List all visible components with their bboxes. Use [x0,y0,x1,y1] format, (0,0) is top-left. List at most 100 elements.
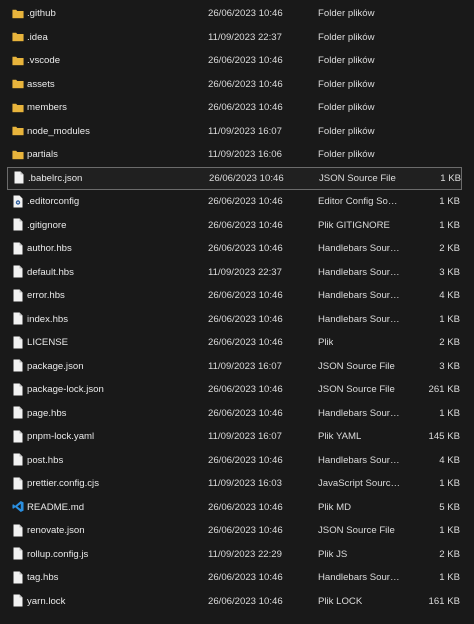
folder-icon [12,100,24,114]
file-type: JSON Source File [318,525,395,536]
file-date-modified: 26/06/2023 10:46 [208,501,283,513]
file-icon [12,523,24,537]
file-type: Handlebars Sourc... [318,243,402,254]
file-date-modified: 26/06/2023 10:46 [208,337,283,348]
file-icon [12,265,24,279]
file-type: JSON Source File [318,360,395,372]
file-row[interactable]: post.hbs 26/06/2023 10:46 Handlebars Sou… [0,449,474,473]
file-row[interactable]: renovate.json 26/06/2023 10:46 JSON Sour… [0,519,474,543]
file-row[interactable]: rollup.config.js 11/09/2023 22:29 Plik J… [0,543,474,567]
file-date-modified: 26/06/2023 10:46 [208,384,283,395]
file-icon [12,241,24,255]
file-icon [12,359,24,373]
file-date-modified: 11/09/2023 16:06 [208,149,282,160]
file-icon [12,382,24,396]
file-row[interactable]: package-lock.json 26/06/2023 10:46 JSON … [0,378,474,402]
file-date-modified: 11/09/2023 22:37 [208,31,282,43]
file-row[interactable]: error.hbs 26/06/2023 10:46 Handlebars So… [0,284,474,308]
file-name: error.hbs [27,290,65,301]
file-name: members [27,102,67,113]
file-icon [12,476,24,490]
file-size: 1 KB [440,172,461,184]
file-size: 261 KB [428,384,460,395]
file-row[interactable]: partials 11/09/2023 16:06 Folder plików [0,143,474,167]
file-row[interactable]: package.json 11/09/2023 16:07 JSON Sourc… [0,355,474,379]
file-date-modified: 26/06/2023 10:46 [208,572,283,583]
file-name: index.hbs [27,313,69,325]
file-name: tag.hbs [27,572,59,583]
file-date-modified: 26/06/2023 10:46 [208,313,283,325]
folder-icon [12,53,24,67]
file-name: README.md [27,501,85,513]
file-date-modified: 26/06/2023 10:46 [208,219,283,231]
file-name: pnpm-lock.yaml [27,431,95,442]
file-type: Folder plików [318,78,375,90]
file-date-modified: 11/09/2023 22:29 [208,548,282,560]
file-name: renovate.json [27,525,85,536]
file-date-modified: 26/06/2023 10:46 [208,595,283,607]
settings-file-icon [12,194,24,208]
file-row[interactable]: node_modules 11/09/2023 16:07 Folder pli… [0,120,474,144]
file-row[interactable]: .github 26/06/2023 10:46 Folder plików [0,2,474,26]
file-row[interactable]: members 26/06/2023 10:46 Folder plików [0,96,474,120]
file-list: .github 26/06/2023 10:46 Folder plików .… [0,2,474,613]
file-size: 1 KB [439,407,460,419]
folder-icon [12,77,24,91]
file-row[interactable]: author.hbs 26/06/2023 10:46 Handlebars S… [0,237,474,261]
file-row[interactable]: page.hbs 26/06/2023 10:46 Handlebars Sou… [0,402,474,426]
file-row[interactable]: pnpm-lock.yaml 11/09/2023 16:07 Plik YAM… [0,425,474,449]
vscode-icon [12,500,24,514]
file-row[interactable]: yarn.lock 26/06/2023 10:46 Plik LOCK 161… [0,590,474,614]
file-size: 161 KB [428,595,460,607]
file-size: 1 KB [439,196,460,207]
file-name: partials [27,149,58,160]
file-row[interactable]: index.hbs 26/06/2023 10:46 Handlebars So… [0,308,474,332]
file-name: node_modules [27,125,90,137]
file-type: Folder plików [318,125,375,137]
file-date-modified: 26/06/2023 10:46 [208,102,283,113]
file-type: Plik GITIGNORE [318,219,390,231]
file-type: Plik MD [318,501,352,513]
file-row-selected[interactable]: .babelrc.json 26/06/2023 10:46 JSON Sour… [7,166,462,190]
file-row[interactable]: .editorconfig 26/06/2023 10:46 Editor Co… [0,190,474,214]
file-icon [12,406,24,420]
file-type: Folder plików [318,31,375,43]
file-type: Handlebars Sourc... [318,454,402,466]
file-size: 1 KB [439,478,460,489]
file-size: 4 KB [439,454,460,466]
file-size: 2 KB [439,337,460,348]
file-icon [13,171,25,185]
file-type: Handlebars Sourc... [318,407,402,419]
file-row[interactable]: .idea 11/09/2023 22:37 Folder plików [0,26,474,50]
file-icon [12,335,24,349]
file-row[interactable]: .vscode 26/06/2023 10:46 Folder plików [0,49,474,73]
file-date-modified: 26/06/2023 10:46 [208,55,283,66]
folder-icon [12,124,24,138]
file-type: Folder plików [318,55,375,66]
file-row[interactable]: .gitignore 26/06/2023 10:46 Plik GITIGNO… [0,214,474,238]
file-date-modified: 26/06/2023 10:46 [208,78,283,90]
file-name: .editorconfig [27,196,80,207]
file-row[interactable]: assets 26/06/2023 10:46 Folder plików [0,73,474,97]
file-date-modified: 26/06/2023 10:46 [208,8,283,19]
file-type: Handlebars Sourc... [318,572,402,583]
file-icon [12,594,24,608]
file-name: .gitignore [27,219,67,231]
folder-icon [12,30,24,44]
file-row[interactable]: tag.hbs 26/06/2023 10:46 Handlebars Sour… [0,566,474,590]
file-icon [12,453,24,467]
folder-icon [12,147,24,161]
file-date-modified: 11/09/2023 16:07 [208,125,282,137]
file-icon [12,218,24,232]
file-type: Editor Config Sour... [318,196,402,207]
file-name: package.json [27,360,84,372]
file-type: JSON Source File [319,172,396,184]
file-name: rollup.config.js [27,548,89,560]
file-row[interactable]: LICENSE 26/06/2023 10:46 Plik 2 KB [0,331,474,355]
file-row[interactable]: default.hbs 11/09/2023 22:37 Handlebars … [0,261,474,285]
file-size: 3 KB [439,360,460,372]
file-row[interactable]: prettier.config.cjs 11/09/2023 16:03 Jav… [0,472,474,496]
file-row[interactable]: README.md 26/06/2023 10:46 Plik MD 5 KB [0,496,474,520]
file-name: .idea [27,31,48,43]
file-date-modified: 26/06/2023 10:46 [209,172,284,184]
